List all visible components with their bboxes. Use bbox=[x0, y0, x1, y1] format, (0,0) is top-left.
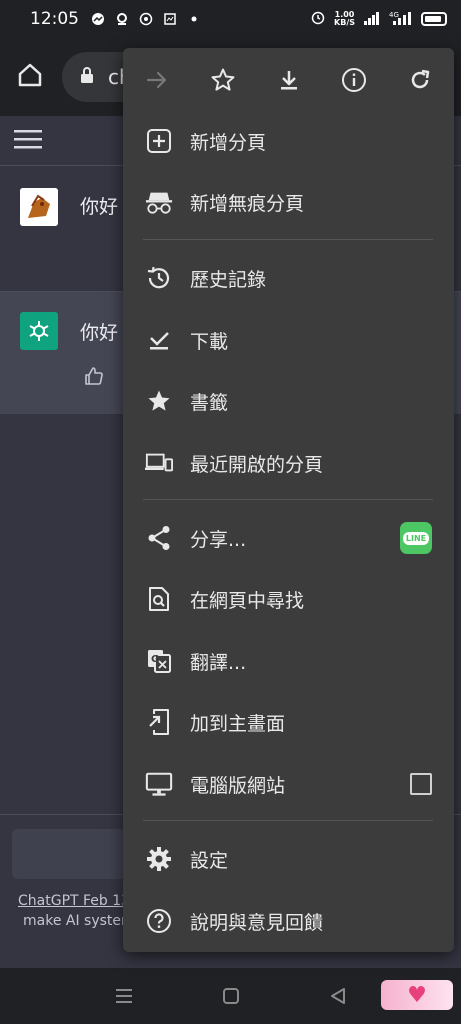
translate-icon: G bbox=[145, 647, 173, 675]
bookmark-star-icon[interactable] bbox=[209, 66, 237, 94]
menu-item-desktop-site[interactable]: 電腦版網站 bbox=[123, 754, 454, 814]
notification-icons bbox=[91, 12, 201, 26]
download-icon[interactable] bbox=[275, 66, 303, 94]
overflow-menu: 新增分頁 新增無痕分頁 歷史記錄 下載 書籤 最近開啟的分頁 分享... LIN… bbox=[123, 48, 454, 952]
menu-item-help-feedback[interactable]: 說明與意見回饋 bbox=[123, 891, 454, 951]
find-in-page-icon bbox=[145, 585, 173, 613]
settings-icon bbox=[145, 845, 173, 873]
lock-icon[interactable] bbox=[80, 66, 94, 88]
share-icon bbox=[145, 524, 173, 552]
menu-item-label: 說明與意見回饋 bbox=[190, 911, 324, 934]
hamburger-menu-icon[interactable] bbox=[14, 128, 42, 154]
info-icon[interactable] bbox=[340, 66, 368, 94]
menu-item-label: 新增分頁 bbox=[190, 131, 267, 154]
gallery-notification-icon bbox=[163, 12, 177, 26]
footer-version-link[interactable]: ChatGPT Feb 13 bbox=[18, 891, 130, 911]
signal-icon bbox=[363, 10, 381, 29]
user-message-text: 你好 bbox=[80, 196, 119, 218]
forward-icon[interactable] bbox=[143, 66, 171, 94]
menu-item-label: 在網頁中尋找 bbox=[190, 589, 305, 612]
menu-item-find-in-page[interactable]: 在網頁中尋找 bbox=[123, 569, 454, 629]
menu-item-recent-tabs[interactable]: 最近開啟的分頁 bbox=[123, 433, 454, 493]
menu-item-label: 電腦版網站 bbox=[190, 774, 286, 797]
desktop-site-checkbox[interactable] bbox=[410, 773, 432, 795]
alarm-icon bbox=[310, 9, 326, 29]
menu-separator bbox=[143, 820, 433, 821]
net-speed-unit: KB/S bbox=[334, 18, 355, 27]
menu-item-label: 新增無痕分頁 bbox=[190, 192, 305, 215]
menu-item-history[interactable]: 歷史記錄 bbox=[123, 248, 454, 308]
menu-item-label: 下載 bbox=[190, 330, 229, 353]
thumbs-up-icon[interactable] bbox=[84, 366, 104, 390]
line-app-icon[interactable]: LINE bbox=[400, 522, 432, 554]
menu-item-downloads[interactable]: 下載 bbox=[123, 310, 454, 370]
back-nav-icon[interactable] bbox=[326, 984, 350, 1008]
assistant-message-text: 你好 bbox=[80, 322, 119, 344]
user-avatar bbox=[20, 188, 58, 226]
battery-icon bbox=[421, 12, 447, 26]
heart-icon: ♥ bbox=[407, 982, 427, 1008]
refresh-icon[interactable] bbox=[406, 66, 434, 94]
menu-item-share[interactable]: 分享... LINE bbox=[123, 508, 454, 568]
menu-item-bookmarks[interactable]: 書籤 bbox=[123, 371, 454, 431]
footer-disclaimer: make AI syster bbox=[23, 913, 127, 929]
footer-note: ChatGPT Feb 13 make AI syster bbox=[18, 891, 130, 931]
menu-item-label: 翻譯... bbox=[190, 651, 247, 674]
home-icon[interactable] bbox=[16, 61, 44, 93]
net-speed: 1.00 KB/S bbox=[334, 11, 355, 27]
incognito-icon bbox=[145, 188, 173, 216]
menu-item-incognito-tab[interactable]: 新增無痕分頁 bbox=[123, 172, 454, 232]
menu-separator bbox=[143, 239, 433, 240]
signal-4g-icon: 4G bbox=[389, 10, 413, 29]
menu-item-label: 歷史記錄 bbox=[190, 268, 267, 291]
app-notification-icon bbox=[139, 12, 153, 26]
add-to-home-icon bbox=[145, 708, 173, 736]
line-badge-text: LINE bbox=[402, 531, 430, 545]
messenger-icon bbox=[91, 12, 105, 26]
dot-icon bbox=[187, 12, 201, 26]
status-bar: 12:05 1.00 KB/S 4G bbox=[0, 0, 461, 38]
search-notification-icon bbox=[115, 12, 129, 26]
svg-text:G: G bbox=[151, 654, 159, 665]
menu-item-label: 最近開啟的分頁 bbox=[190, 453, 324, 476]
menu-item-add-to-home[interactable]: 加到主畫面 bbox=[123, 692, 454, 752]
download-done-icon bbox=[145, 326, 173, 354]
star-icon bbox=[145, 387, 173, 415]
menu-item-label: 加到主畫面 bbox=[190, 712, 286, 735]
menu-action-row bbox=[123, 48, 454, 112]
watermark-sticker: ♥ bbox=[381, 980, 453, 1010]
menu-item-new-tab[interactable]: 新增分頁 bbox=[123, 111, 454, 171]
svg-text:4G: 4G bbox=[389, 11, 399, 19]
menu-item-translate[interactable]: G 翻譯... bbox=[123, 631, 454, 691]
menu-item-label: 設定 bbox=[190, 849, 229, 872]
menu-item-label: 書籤 bbox=[190, 391, 229, 414]
history-icon bbox=[145, 264, 173, 292]
home-nav-icon[interactable] bbox=[219, 984, 243, 1008]
recent-apps-icon[interactable] bbox=[112, 984, 136, 1008]
devices-icon bbox=[145, 449, 173, 477]
status-time: 12:05 bbox=[30, 9, 79, 29]
menu-item-label: 分享... bbox=[190, 528, 247, 551]
desktop-icon bbox=[145, 770, 173, 798]
chatgpt-logo-icon bbox=[20, 312, 58, 350]
help-icon bbox=[145, 907, 173, 935]
plus-square-icon bbox=[145, 127, 173, 155]
menu-item-settings[interactable]: 設定 bbox=[123, 829, 454, 889]
menu-separator bbox=[143, 499, 433, 500]
